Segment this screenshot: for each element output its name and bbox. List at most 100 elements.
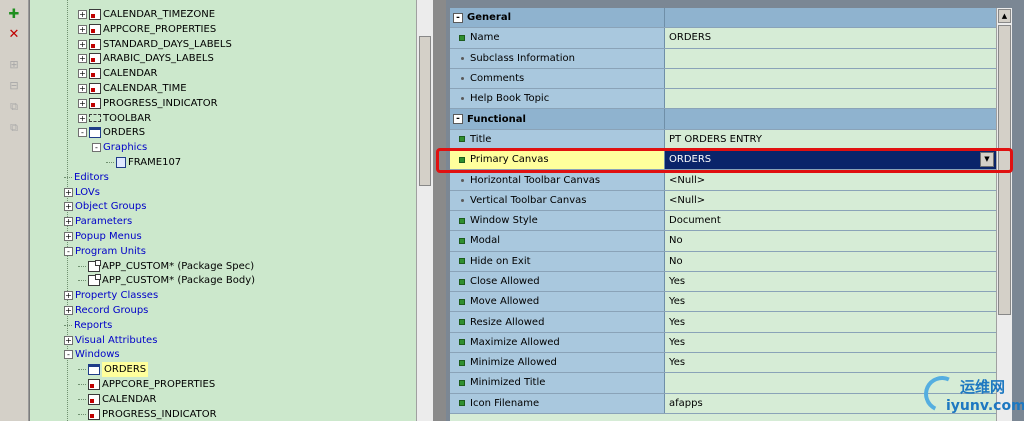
expand-node-icon[interactable]: +	[64, 335, 73, 345]
tree-item[interactable]: + Parameters	[64, 214, 132, 229]
tree-item[interactable]: + TOOLBAR	[78, 111, 151, 126]
tree-item[interactable]: - Graphics	[92, 140, 147, 155]
expand-node-icon[interactable]: +	[64, 217, 73, 227]
collapse-node-icon[interactable]: -	[92, 143, 101, 153]
tree-item[interactable]: + Object Groups	[64, 199, 146, 214]
property-name-cell[interactable]: Minimized Title	[450, 373, 665, 393]
navigator-scroll-thumb[interactable]	[419, 36, 431, 186]
expand-node-icon[interactable]: +	[78, 98, 87, 108]
expand-node-icon[interactable]: +	[78, 84, 87, 93]
property-value-cell[interactable]: ORDERS	[665, 28, 996, 48]
tree-item[interactable]: APP_CUSTOM* (Package Spec)	[78, 259, 254, 274]
property-row[interactable]: Move Allowed Yes	[450, 292, 996, 313]
expand-node-icon[interactable]: +	[64, 232, 73, 241]
property-row[interactable]: Maximize Allowed Yes	[450, 332, 996, 354]
tree-item[interactable]: + CALENDAR	[78, 66, 158, 81]
expand-node-icon[interactable]: +	[64, 187, 73, 197]
property-row[interactable]: Resize Allowed Yes	[450, 312, 996, 333]
property-value-cell[interactable]: No	[665, 231, 996, 251]
property-value-cell[interactable]: <Null>	[665, 190, 996, 210]
property-row[interactable]: Vertical Toolbar Canvas <Null>	[450, 190, 996, 211]
scroll-up-arrow-icon[interactable]: ▲	[998, 9, 1011, 23]
property-name-cell[interactable]: Minimize Allowed	[450, 353, 665, 373]
property-name-cell[interactable]: Comments	[450, 68, 665, 89]
tree-item[interactable]: APPCORE_PROPERTIES	[78, 377, 215, 392]
tree-item[interactable]: + STANDARD_DAYS_LABELS	[78, 37, 232, 52]
property-name-cell[interactable]: - Functional	[450, 109, 665, 129]
collapse-node-icon[interactable]: -	[64, 246, 73, 256]
tree-item[interactable]: + ARABIC_DAYS_LABELS	[78, 51, 214, 66]
tree-item[interactable]: Editors	[64, 170, 109, 185]
expand-node-icon[interactable]: +	[78, 113, 87, 123]
property-name-cell[interactable]: Icon Filename	[450, 393, 665, 413]
property-name-cell[interactable]: Horizontal Toolbar Canvas	[450, 170, 665, 190]
property-row[interactable]: Comments	[450, 68, 996, 90]
tree-item[interactable]: APP_CUSTOM* (Package Body)	[78, 273, 255, 288]
property-row[interactable]: Help Book Topic	[450, 89, 996, 110]
navigator-scrollbar[interactable]	[416, 0, 433, 421]
property-row[interactable]: Minimize Allowed Yes	[450, 353, 996, 374]
expand-node-icon[interactable]: +	[64, 202, 73, 212]
collapse-node-icon[interactable]: -	[78, 128, 87, 138]
property-value-cell[interactable]: <Null>	[665, 170, 996, 190]
expand-all-icon[interactable]: ⧉	[5, 98, 23, 114]
expand-node-icon[interactable]: +	[78, 10, 87, 19]
close-icon[interactable]: ✕	[5, 26, 23, 42]
collapse-section-icon[interactable]: -	[453, 114, 463, 125]
property-name-cell[interactable]: Title	[450, 129, 665, 150]
collapse-all-icon[interactable]: ⧉	[5, 119, 23, 135]
property-row[interactable]: Subclass Information	[450, 48, 996, 69]
property-section-header[interactable]: - General	[450, 8, 996, 29]
tree-item[interactable]: - Windows	[64, 347, 120, 362]
tree-item[interactable]: + APPCORE_PROPERTIES	[78, 22, 216, 37]
tree-item[interactable]: FRAME107	[106, 155, 181, 170]
tree-item[interactable]: - ORDERS	[78, 125, 145, 140]
pane-splitter[interactable]	[433, 0, 446, 421]
property-value-cell[interactable]	[665, 48, 996, 68]
tree-item[interactable]: - Program Units	[64, 244, 146, 259]
property-row[interactable]: Minimized Title	[450, 373, 996, 394]
expand-node-icon[interactable]: +	[78, 39, 87, 49]
property-name-cell[interactable]: Resize Allowed	[450, 312, 665, 332]
tree-item[interactable]: + PROGRESS_INDICATOR	[78, 96, 218, 111]
expand-icon[interactable]: ⊞	[5, 56, 23, 72]
tree-item[interactable]: + CALENDAR_TIME	[78, 81, 187, 96]
property-row[interactable]: Hide on Exit No	[450, 251, 996, 272]
property-section-header[interactable]: - Functional	[450, 109, 996, 130]
tree-item[interactable]: + LOVs	[64, 185, 100, 200]
tree-item[interactable]: PROGRESS_INDICATOR	[78, 407, 217, 421]
property-value-cell[interactable]	[665, 68, 996, 89]
property-row[interactable]: Modal No	[450, 231, 996, 252]
property-row[interactable]: Close Allowed Yes	[450, 271, 996, 293]
collapse-section-icon[interactable]: -	[453, 12, 463, 23]
tree-item[interactable]: + Record Groups	[64, 303, 148, 318]
property-value-cell[interactable]: Document	[665, 210, 996, 231]
property-name-cell[interactable]: Maximize Allowed	[450, 332, 665, 353]
property-row[interactable]: Window Style Document	[450, 210, 996, 232]
tree-item[interactable]: + Property Classes	[64, 288, 158, 303]
collapse-node-icon[interactable]: -	[64, 350, 73, 360]
expand-node-icon[interactable]: +	[78, 24, 87, 34]
property-name-cell[interactable]: - General	[450, 8, 665, 28]
expand-node-icon[interactable]: +	[64, 291, 73, 301]
property-value-cell[interactable]	[665, 8, 996, 28]
tree-item[interactable]: ORDERS	[78, 362, 149, 378]
property-value-cell[interactable]: Yes	[665, 332, 996, 353]
property-value-cell[interactable]: Yes	[665, 292, 996, 312]
tree-item[interactable]: + Visual Attributes	[64, 333, 157, 348]
property-name-cell[interactable]: Name	[450, 28, 665, 48]
property-row[interactable]: Name ORDERS	[450, 28, 996, 49]
property-value-cell[interactable]: PT ORDERS ENTRY	[665, 129, 996, 150]
tree-item[interactable]: + Popup Menus	[64, 229, 142, 244]
property-name-cell[interactable]: Hide on Exit	[450, 251, 665, 271]
expand-node-icon[interactable]: +	[64, 306, 73, 315]
property-value-cell[interactable]: Yes	[665, 312, 996, 332]
property-name-cell[interactable]: Help Book Topic	[450, 89, 665, 109]
property-name-cell[interactable]: Subclass Information	[450, 48, 665, 68]
expand-node-icon[interactable]: +	[78, 69, 87, 79]
plus-icon[interactable]: ✚	[5, 6, 23, 22]
property-name-cell[interactable]: Vertical Toolbar Canvas	[450, 190, 665, 210]
tree-item[interactable]: Reports	[64, 318, 112, 333]
collapse-icon[interactable]: ⊟	[5, 77, 23, 93]
tree-item[interactable]: + CALENDAR_TIMEZONE	[78, 7, 215, 22]
